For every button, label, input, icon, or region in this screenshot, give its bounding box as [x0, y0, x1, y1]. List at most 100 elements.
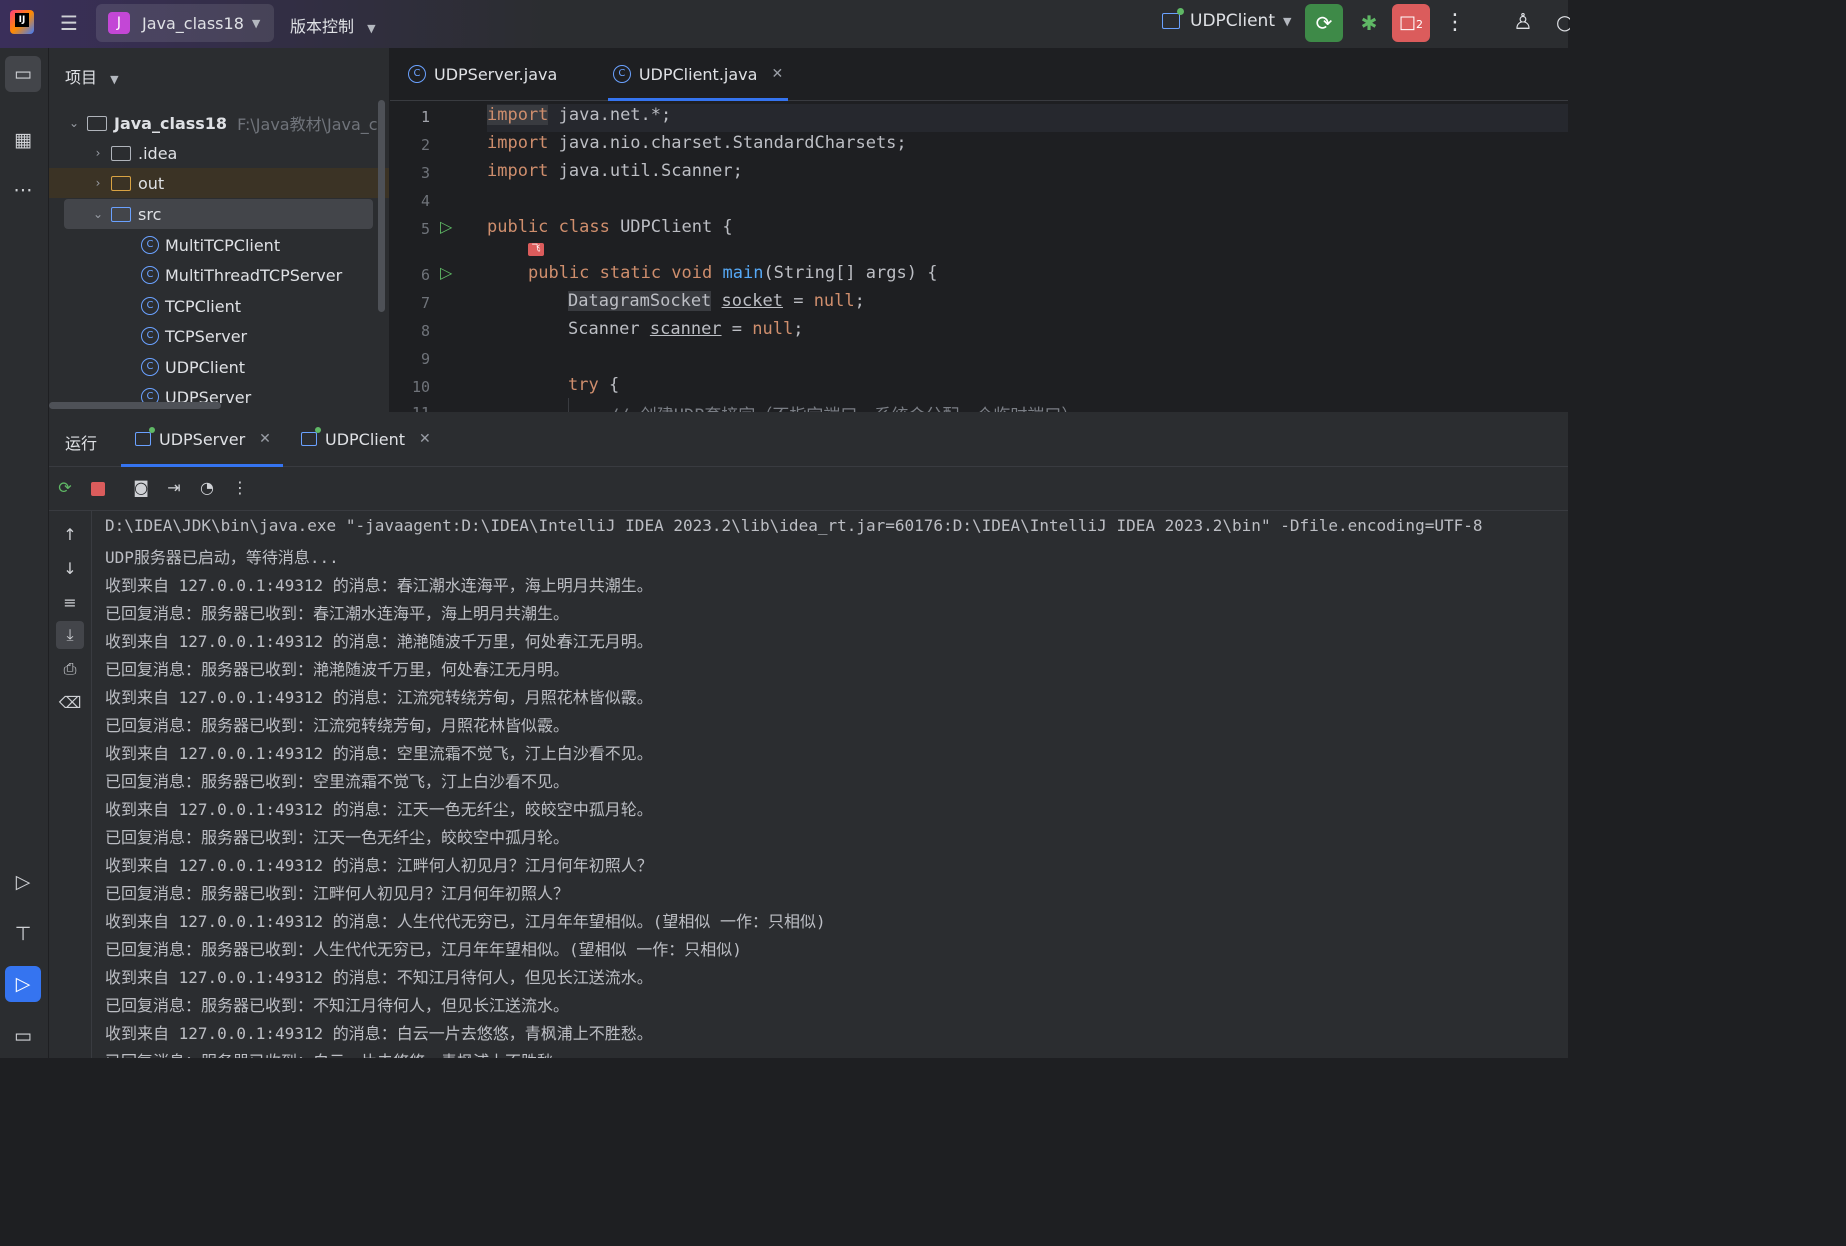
tab-udpserver-java[interactable]: C UDPServer.java — [408, 48, 557, 100]
tree-item-multitcpclient[interactable]: C MultiTCPClient — [49, 230, 389, 260]
run-tool-icon[interactable]: ▷ — [5, 966, 41, 1002]
main-menu-icon[interactable]: ☰ — [60, 12, 82, 34]
chevron-down-icon: ▼ — [367, 22, 376, 35]
code-line-7[interactable]: DatagramSocket socket = null; — [487, 291, 865, 311]
code-text: java.util.Scanner; — [548, 161, 743, 181]
exit-icon[interactable]: ⇥ — [162, 476, 186, 500]
more-options-icon[interactable]: ⋮ — [1444, 10, 1466, 38]
rerun-button[interactable]: ⟳ — [1305, 4, 1343, 42]
trash-icon[interactable]: ⌫ — [56, 689, 84, 717]
tree-item-out[interactable]: › out — [49, 168, 389, 198]
class-icon: C — [408, 65, 426, 83]
project-pane-header[interactable]: 项目 ▼ — [65, 64, 119, 88]
console-output[interactable]: D:\IDEA\JDK\bin\java.exe "-javaagent:D:\… — [105, 512, 1568, 1058]
tree-item-label: UDPClient — [165, 357, 245, 377]
class-icon: C — [141, 358, 159, 376]
console-line: 已回复消息：服务器已收到：不知江月待何人，但见长江送流水。 — [105, 996, 570, 1015]
rerun-icon[interactable]: ⟳ — [53, 476, 77, 500]
console-line: 已回复消息：服务器已收到：人生代代无穷已，江月年年望相似。(望相似 一作：只相似… — [105, 940, 742, 959]
tree-item-multithreadtcpserver[interactable]: C MultiThreadTCPServer — [49, 260, 389, 290]
project-pane-scrollbar[interactable] — [378, 100, 385, 312]
line-number: 7 — [420, 294, 430, 312]
tree-item-idea[interactable]: › .idea — [49, 138, 389, 168]
close-icon[interactable]: ✕ — [259, 431, 271, 447]
run-tab-udpserver[interactable]: UDPServer ✕ — [121, 412, 283, 467]
code-line-10[interactable]: try { — [487, 375, 619, 395]
profiler-icon[interactable]: ◔ — [195, 476, 219, 500]
more-tools-icon[interactable]: ⋯ — [5, 172, 41, 208]
more-options-icon[interactable]: ⋮ — [228, 476, 252, 500]
code-line-3[interactable]: import java.util.Scanner; — [487, 161, 743, 181]
project-tool-icon[interactable]: ▭ — [5, 56, 41, 92]
debug-icon[interactable]: ✱ — [1355, 9, 1383, 37]
variable: scanner — [649, 319, 722, 339]
close-icon[interactable]: ✕ — [419, 431, 431, 447]
run-tab-bar: 运行 UDPServer ✕ UDPClient ✕ — [49, 412, 1568, 467]
code-text: (String[] args) { — [763, 263, 938, 283]
down-arrow-icon[interactable]: ↓ — [56, 555, 84, 583]
run-tab-label: UDPClient — [325, 429, 405, 449]
code-line-11[interactable]: // 创建UDP套接字（不指定端口，系统会分配一个临时端口） — [487, 401, 1078, 412]
keyword: import — [487, 105, 549, 125]
line-number: 4 — [420, 192, 430, 210]
soft-wrap-icon[interactable]: ≡ — [56, 589, 84, 617]
inlay-hint-icon[interactable]: 飞 — [528, 243, 544, 256]
tree-item-src[interactable]: ⌄ src — [64, 199, 373, 229]
terminal-tool-icon[interactable]: ▭ — [5, 1018, 41, 1054]
project-pane: 项目 ▼ ⌄ Java_class18 F:\Java教材\Java_cl › … — [49, 48, 389, 412]
console-line: 已回复消息：服务器已收到：滟滟随波千万里，何处春江无月明。 — [105, 660, 570, 679]
excluded-folder-icon — [111, 175, 131, 191]
tree-item-label: MultiTCPClient — [165, 235, 281, 255]
project-pane-horizontal-scrollbar[interactable] — [49, 402, 221, 409]
root-path: F:\Java教材\Java_cl — [237, 115, 383, 134]
structure-tool-icon[interactable]: ▦ — [5, 122, 41, 158]
close-icon[interactable]: ✕ — [771, 66, 783, 82]
intellij-logo-icon[interactable]: IJ — [10, 10, 34, 34]
print-icon[interactable]: ⎙ — [56, 655, 84, 683]
console-line: 已回复消息：服务器已收到：空里流霜不觉飞，汀上白沙看不见。 — [105, 772, 570, 791]
line-number: 1 — [420, 108, 430, 126]
run-config-icon — [1162, 8, 1184, 29]
root-label: Java_class18 — [114, 113, 228, 133]
type-name: Scanner — [568, 319, 650, 339]
line-number: 9 — [420, 350, 430, 368]
code-line-8[interactable]: Scanner scanner = null; — [487, 319, 803, 339]
tree-root[interactable]: ⌄ Java_class18 F:\Java教材\Java_cl — [49, 108, 389, 138]
stop-button[interactable]: □2 — [1392, 4, 1430, 42]
run-configuration-selector[interactable]: UDPClient ▼ — [1162, 8, 1291, 31]
tree-item-tcpclient[interactable]: C TCPClient — [49, 291, 389, 321]
run-gutter-icon[interactable]: ▷ — [440, 263, 452, 282]
class-icon: C — [141, 266, 159, 284]
code-line-6[interactable]: public static void main(String[] args) { — [487, 263, 937, 283]
stop-count: 2 — [1416, 18, 1423, 31]
tree-item-udpclient[interactable]: C UDPClient — [49, 352, 389, 382]
services-tool-icon[interactable]: ▷ — [5, 864, 41, 900]
project-pane-title: 项目 — [65, 68, 98, 87]
tree-item-tcpserver[interactable]: C TCPServer — [49, 321, 389, 351]
code-line-5[interactable]: public class UDPClient { — [487, 217, 733, 237]
code-line-1[interactable]: import java.net.*; — [487, 105, 671, 125]
build-tool-icon[interactable]: ⊤ — [5, 916, 41, 952]
run-panel: 运行 UDPServer ✕ UDPClient ✕ ⟳ ◙ ⇥ ◔ ⋮ ↑ ↓… — [49, 412, 1568, 1058]
scroll-to-end-icon[interactable]: ⤓ — [56, 621, 84, 649]
console-line: D:\IDEA\JDK\bin\java.exe "-javaagent:D:\… — [105, 516, 1483, 535]
tree-item-label: src — [138, 204, 162, 224]
project-switcher[interactable]: J Java_class18 ▼ — [96, 4, 274, 42]
vcs-menu[interactable]: 版本控制 ▼ — [290, 13, 376, 37]
console-line: 收到来自 127.0.0.1:49312 的消息：江畔何人初见月？江月何年初照人… — [105, 856, 653, 875]
code-line-2[interactable]: import java.nio.charset.StandardCharsets… — [487, 133, 907, 153]
tree-item-label: TCPServer — [165, 326, 248, 346]
user-icon[interactable]: ♙ — [1508, 8, 1538, 38]
chevron-right-icon: › — [95, 146, 101, 160]
up-arrow-icon[interactable]: ↑ — [56, 521, 84, 549]
console-line: 收到来自 127.0.0.1:49312 的消息：江流宛转绕芳甸，月照花林皆似霰… — [105, 688, 653, 707]
search-icon[interactable]: ○ — [1556, 10, 1570, 38]
run-gutter-icon[interactable]: ▷ — [440, 217, 452, 236]
camera-icon[interactable]: ◙ — [129, 476, 153, 500]
run-tab-udpclient[interactable]: UDPClient ✕ — [301, 412, 431, 466]
console-line: 已回复消息：服务器已收到：白云一片去悠悠，青枫浦上不胜愁。 — [105, 1048, 569, 1058]
console-line: 已回复消息：服务器已收到：江天一色无纤尘，皎皎空中孤月轮。 — [105, 828, 570, 847]
tree-item-label: MultiThreadTCPServer — [165, 265, 343, 285]
stop-icon[interactable] — [86, 476, 110, 500]
tab-udpclient-java[interactable]: C UDPClient.java ✕ — [608, 48, 788, 101]
